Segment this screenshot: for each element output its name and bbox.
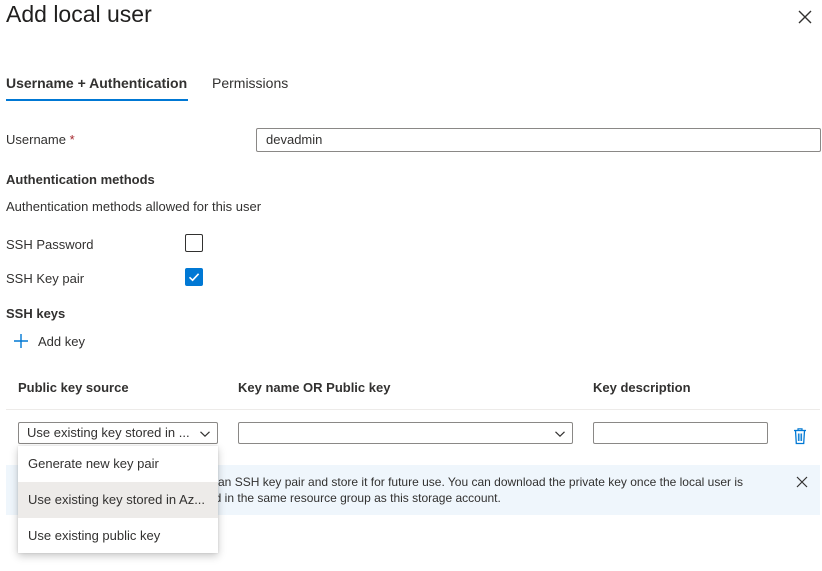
- public-key-source-menu: Generate new key pair Use existing key s…: [18, 446, 218, 553]
- ssh-keys-heading: SSH keys: [6, 306, 66, 321]
- public-key-source-dropdown[interactable]: Use existing key stored in ...: [18, 422, 218, 444]
- menu-option-use-existing-public-key[interactable]: Use existing public key: [18, 518, 218, 554]
- grid-separator: [6, 409, 820, 410]
- tab-permissions[interactable]: Permissions: [212, 75, 288, 91]
- auth-methods-description: Authentication methods allowed for this …: [6, 199, 262, 214]
- key-description-input[interactable]: [593, 422, 768, 444]
- tab-username-authentication[interactable]: Username + Authentication: [6, 75, 187, 91]
- checkmark-icon: [188, 273, 200, 282]
- auth-methods-heading: Authentication methods: [6, 172, 155, 187]
- username-value: devadmin: [266, 132, 323, 147]
- info-message-text: e an SSH key pair and store it for futur…: [208, 474, 768, 506]
- ssh-password-checkbox[interactable]: [185, 234, 203, 252]
- add-key-button[interactable]: Add key: [12, 331, 85, 351]
- close-icon[interactable]: [794, 6, 816, 28]
- plus-icon: [14, 334, 28, 348]
- delete-icon[interactable]: [792, 427, 808, 445]
- menu-option-use-existing-key-stored[interactable]: Use existing key stored in Az...: [18, 482, 218, 518]
- ssh-key-pair-checkbox[interactable]: [185, 268, 203, 286]
- add-key-label: Add key: [38, 333, 85, 349]
- menu-option-generate-new-key-pair[interactable]: Generate new key pair: [18, 446, 218, 482]
- info-line-2: ed in the same resource group as this st…: [208, 491, 501, 505]
- public-key-source-value: Use existing key stored in ...: [27, 425, 190, 440]
- username-label-text: Username: [6, 132, 66, 147]
- required-mark: *: [69, 132, 75, 147]
- column-header-key-description: Key description: [593, 380, 691, 395]
- dismiss-info-icon[interactable]: [795, 475, 809, 489]
- active-tab-indicator: [6, 99, 188, 101]
- page-title: Add local user: [6, 1, 152, 27]
- ssh-password-label: SSH Password: [6, 237, 94, 252]
- info-line-1: e an SSH key pair and store it for futur…: [208, 475, 743, 489]
- username-label: Username *: [6, 132, 75, 147]
- username-input[interactable]: devadmin: [256, 128, 821, 152]
- chevron-down-icon: [200, 431, 210, 438]
- column-header-public-key-source: Public key source: [18, 380, 129, 395]
- key-name-dropdown[interactable]: [238, 422, 573, 444]
- chevron-down-icon: [555, 431, 565, 438]
- ssh-key-pair-label: SSH Key pair: [6, 271, 85, 286]
- column-header-key-name: Key name OR Public key: [238, 380, 391, 395]
